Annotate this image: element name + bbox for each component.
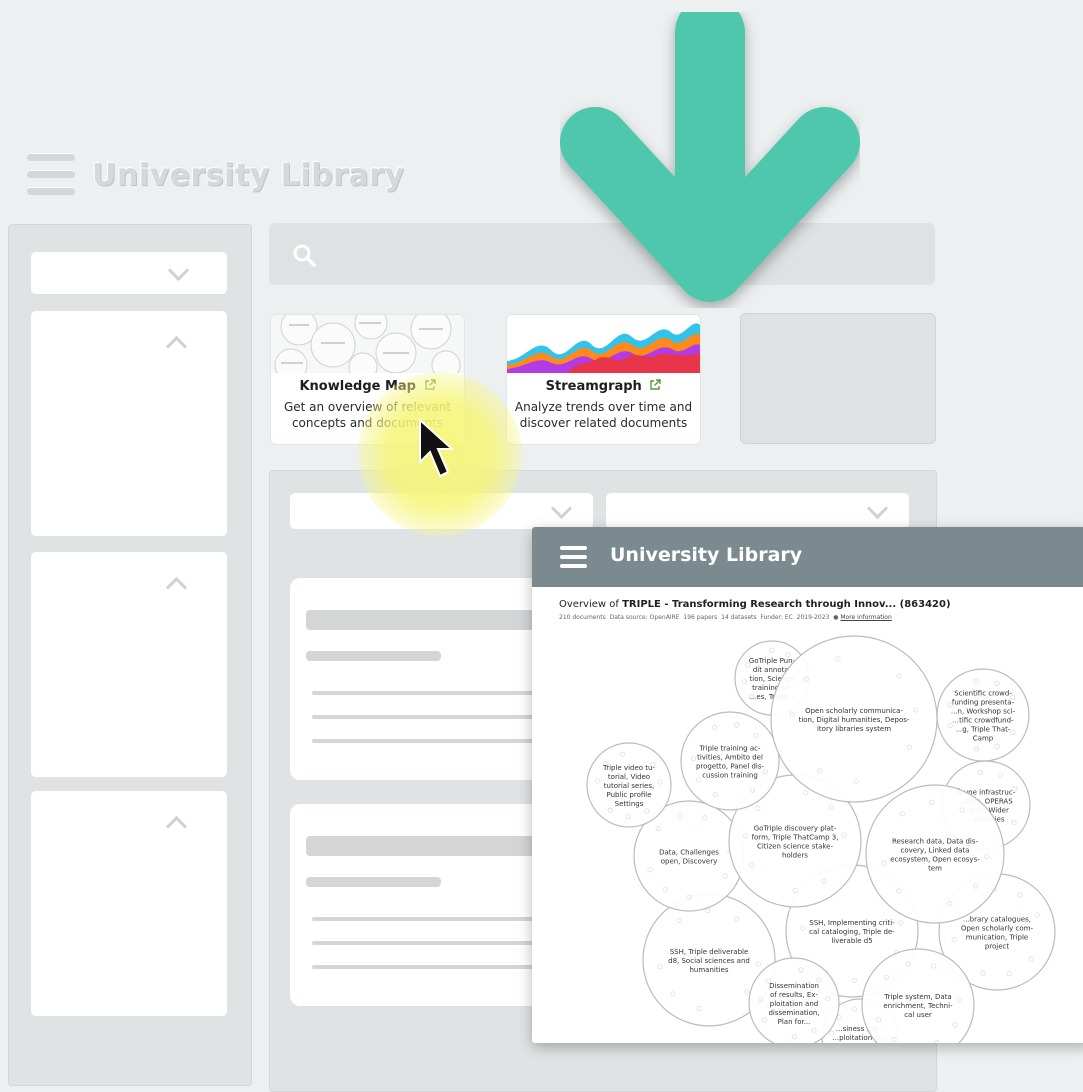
topic-bubble[interactable]: Triple training ac-tivities, Ambito delp…: [680, 711, 780, 811]
meta-source: Data source: OpenAIRE: [609, 614, 680, 621]
streamgraph-description: Analyze trends over time and discover re…: [514, 400, 693, 430]
streamgraph-title[interactable]: Streamgraph: [507, 379, 700, 394]
filter-dropdown[interactable]: [606, 493, 909, 529]
result-title-placeholder: [306, 610, 556, 630]
chevron-up-icon: [165, 815, 188, 838]
bubble-label: liverable d5: [831, 937, 872, 945]
card-title-text: Streamgraph: [545, 379, 642, 394]
bubble-label: covery, Linked data: [901, 847, 970, 855]
bubble-label: holders: [782, 852, 808, 860]
streamgraph-card[interactable]: Streamgraph Analyze trends over time and…: [506, 314, 701, 445]
knowledge-map-thumbnail: [271, 315, 464, 373]
sidebar-filter-panel[interactable]: [31, 311, 227, 536]
background-hamburger-icon[interactable]: [27, 153, 75, 197]
bubble-label: Research data, Data dis-: [892, 838, 979, 846]
bubble-label: tivities, Ambito del: [697, 754, 763, 762]
chevron-up-icon: [165, 576, 188, 599]
knowledge-map-window: University Library Overview of TRIPLE - …: [532, 527, 1083, 1043]
result-subtitle-placeholder: [306, 651, 441, 661]
bubble-label: dissemination,: [768, 1009, 819, 1017]
bubble-label: Public profile: [606, 791, 651, 799]
bubble-label: munication, Triple: [966, 934, 1028, 942]
streamgraph-thumbnail: [507, 315, 700, 373]
overview-meta: 210 documents Data source: OpenAIRE 196 …: [559, 614, 892, 621]
more-information-link[interactable]: More information: [840, 614, 891, 621]
hamburger-menu-icon[interactable]: [560, 546, 587, 568]
chevron-down-icon: [550, 497, 573, 520]
meta-years: 2019-2023: [796, 614, 830, 621]
meta-papers: 196 papers: [683, 614, 718, 621]
bubble-label: GoTriple Pun-: [749, 657, 796, 665]
topic-bubble[interactable]: Scientific crowd-funding presenta-...n, …: [936, 668, 1030, 762]
bubble-label: ...n, Workshop sci-: [951, 708, 1016, 716]
bubble-label: tem: [928, 865, 942, 873]
bubble-label: Data, Challenges: [659, 849, 719, 857]
bubble-label: tutorial series,: [604, 782, 654, 790]
bubble-label: of results, Ex-: [770, 991, 818, 999]
bubble-label: cussion training: [702, 772, 758, 780]
bubble-label: ...brary catalogues,: [963, 916, 1031, 924]
bubble-label: Plan for...: [778, 1018, 811, 1026]
bubble-label: ...g, Triple That-: [956, 726, 1011, 734]
meta-funder: Funder: EC: [760, 614, 793, 621]
bubble-label: Citizen science stake-: [757, 843, 834, 851]
arrow-down-icon: [560, 12, 860, 302]
result-title-placeholder: [306, 836, 556, 856]
sidebar-filter-panel[interactable]: [31, 552, 227, 777]
chevron-down-icon: [167, 259, 190, 282]
bubble-label: d8, Social sciences and: [668, 957, 750, 965]
bubble-label: Open scholarly com-: [961, 925, 1034, 933]
knowledge-map-bubbles: ...siness mo......ploitation ar......ust…: [586, 635, 1056, 1043]
meta-documents: 210 documents: [559, 614, 606, 621]
bubble-label: ...tific crowdfund-: [952, 717, 1014, 725]
topic-bubble[interactable]: Research data, Data dis-covery, Linked d…: [865, 784, 1005, 924]
bubble-label: Triple video tu-: [602, 764, 656, 772]
bubble-label: GoTriple discovery plat-: [754, 825, 837, 833]
topic-bubble[interactable]: Open scholarly communica-tion, Digital h…: [770, 635, 938, 803]
topic-bubble[interactable]: Triple video tu-torial, Videotutorial se…: [586, 742, 672, 828]
window-title: University Library: [610, 544, 803, 566]
bubble-label: Dissemination: [769, 982, 819, 990]
bubble-label: Scientific crowd-: [954, 690, 1012, 698]
overview-heading: Overview of TRIPLE - Transforming Resear…: [559, 599, 951, 610]
sidebar-filter-panel[interactable]: [31, 791, 227, 1016]
bubble-label: torial, Video: [608, 773, 650, 781]
bubble-label: project: [985, 943, 1010, 951]
chevron-up-icon: [165, 335, 188, 358]
bubble-label: SSH, Triple deliverable: [670, 948, 749, 956]
bubble-label: Camp: [973, 735, 994, 743]
bubble-label: ploitation and: [770, 1000, 818, 1008]
placeholder-card: [740, 313, 936, 444]
bubble-label: Triple system, Data: [883, 993, 951, 1001]
bubble-label: itory libraries system: [817, 725, 891, 733]
meta-datasets: 14 datasets: [721, 614, 757, 621]
bubble-label: ecosystem, Open ecosys-: [890, 856, 980, 864]
chevron-down-icon: [866, 497, 889, 520]
bubble-label: Triple training ac-: [699, 745, 761, 753]
bubble-label: open, Discovery: [661, 858, 718, 866]
bubble-label: enrichment, Techni-: [883, 1002, 953, 1010]
overview-prefix: Overview of: [559, 599, 619, 610]
bubble-label: Settings: [615, 800, 644, 808]
background-app-title: University Library: [92, 158, 405, 193]
bubble-label: form, Triple ThatCamp 3,: [752, 834, 839, 842]
info-icon: ●: [833, 614, 839, 621]
bubble-label: progetto, Panel dis-: [696, 763, 765, 771]
mouse-pointer-icon: [419, 418, 455, 478]
bubble-label: cal user: [904, 1011, 932, 1019]
sidebar-dropdown[interactable]: [31, 252, 227, 294]
bubble-label: humanities: [689, 966, 728, 974]
bubble-label: cal cataloging, Triple de-: [809, 928, 895, 936]
external-link-icon[interactable]: [649, 379, 662, 391]
search-icon[interactable]: [292, 243, 316, 267]
project-title: TRIPLE - Transforming Research through I…: [622, 599, 951, 610]
bubble-label: SSH, Implementing criti-: [809, 919, 895, 927]
result-subtitle-placeholder: [306, 877, 441, 887]
topic-bubble[interactable]: Disseminationof results, Ex-ploitation a…: [748, 957, 840, 1043]
bubble-label: Open scholarly communica-: [805, 707, 903, 715]
bubble-label: funding presenta-: [952, 699, 1015, 707]
window-header: University Library: [532, 527, 1083, 587]
bubble-label: tion, Digital humanities, Depos-: [799, 716, 910, 724]
